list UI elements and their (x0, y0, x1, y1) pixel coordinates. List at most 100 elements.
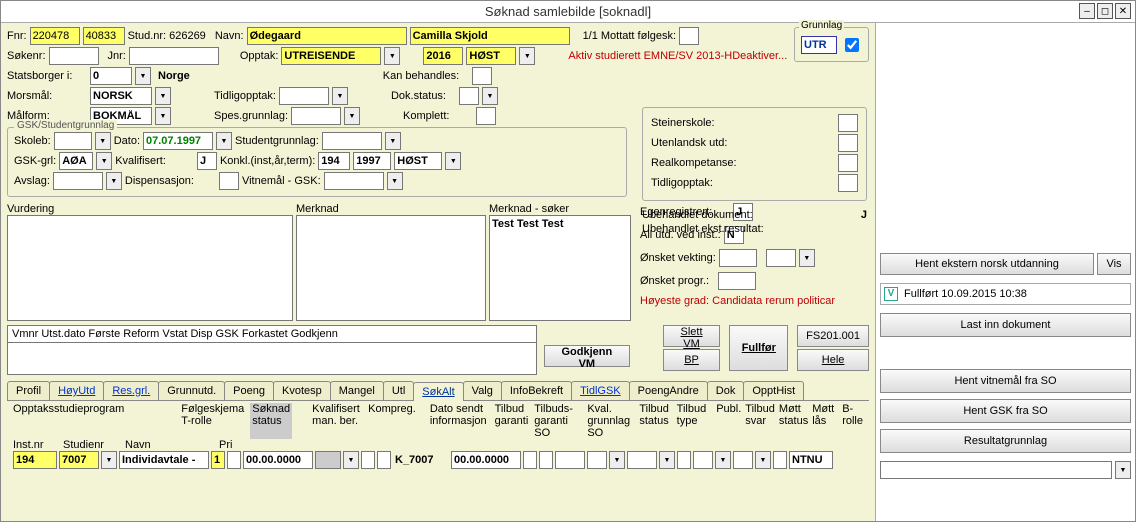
merknad-textarea[interactable] (296, 215, 486, 321)
tab-grunnutd.[interactable]: Grunnutd. (158, 381, 225, 400)
tab-dok[interactable]: Dok (707, 381, 745, 400)
komplett-input[interactable] (476, 107, 496, 125)
fs-button[interactable]: FS201.001 (797, 325, 869, 347)
grid-sokstatus-input[interactable] (315, 451, 341, 469)
tidligopptak-dropdown[interactable] (332, 87, 348, 105)
grid-navn-input[interactable] (119, 451, 209, 469)
tab-poengandre[interactable]: PoengAndre (629, 381, 708, 400)
tab-søkalt[interactable]: SøkAlt (413, 382, 463, 401)
opptak-sem-dropdown[interactable] (519, 47, 535, 65)
grid-mottstatus-input[interactable] (733, 451, 753, 469)
grid-kval1-input[interactable] (361, 451, 375, 469)
grid-tilbudsg-input[interactable] (539, 451, 553, 469)
dato-input[interactable] (143, 132, 213, 150)
grid-publ-input[interactable] (677, 451, 691, 469)
grid-trolle-input[interactable] (243, 451, 313, 469)
grid-tilbudstatus-dropdown[interactable] (609, 451, 625, 469)
realkomp-input[interactable] (838, 154, 858, 172)
opptak-type-input[interactable] (281, 47, 381, 65)
dispensasjon-input[interactable] (219, 172, 239, 190)
grid-kval2-input[interactable] (377, 451, 391, 469)
kanbeh-input[interactable] (472, 67, 492, 85)
etternavn-input[interactable] (247, 27, 407, 45)
maximize-button[interactable]: ◻ (1097, 3, 1113, 19)
jnr-input[interactable] (129, 47, 219, 65)
tab-utl[interactable]: Utl (383, 381, 414, 400)
steiner-input[interactable] (838, 114, 858, 132)
grid-sokstatus-dropdown[interactable] (343, 451, 359, 469)
hele-button[interactable]: Hele (797, 349, 869, 371)
fornavn-input[interactable] (410, 27, 570, 45)
grid-tilbudtype-dropdown[interactable] (659, 451, 675, 469)
morsmaal-dropdown[interactable] (155, 87, 171, 105)
tab-valg[interactable]: Valg (463, 381, 502, 400)
mottatt-input[interactable] (679, 27, 699, 45)
resultat-button[interactable]: Resultatgrunnlag (880, 429, 1131, 453)
bp-button[interactable]: BP (663, 349, 721, 371)
opptak-sem-input[interactable] (466, 47, 516, 65)
fnr2-input[interactable] (83, 27, 125, 45)
spesgrunnlag-input[interactable] (291, 107, 341, 125)
minimize-button[interactable]: – (1079, 3, 1095, 19)
onsketvekt-input2[interactable] (766, 249, 796, 267)
slett-vm-button[interactable]: Slett VM (663, 325, 721, 347)
avslag-dropdown[interactable] (106, 172, 122, 190)
tab-res.grl.[interactable]: Res.grl. (103, 381, 159, 400)
last-inn-button[interactable]: Last inn dokument (880, 313, 1131, 337)
grid-tilbudstatus-input[interactable] (587, 451, 607, 469)
grid-tilbudsvar-input[interactable] (693, 451, 713, 469)
grid-kvalgrunn-input[interactable] (555, 451, 585, 469)
gskgrl-dropdown[interactable] (96, 152, 112, 170)
close-button[interactable]: ✕ (1115, 3, 1131, 19)
grid-pri-input[interactable] (211, 451, 225, 469)
merknad-soker-textarea[interactable] (489, 215, 631, 321)
grid-tilbudtype-input[interactable] (627, 451, 657, 469)
kvalifisert-input[interactable] (197, 152, 217, 170)
godkjenn-vm-button[interactable]: Godkjenn VM (544, 345, 630, 367)
hent-vitnemal-button[interactable]: Hent vitnemål fra SO (880, 369, 1131, 393)
konkl-term-input[interactable] (394, 152, 442, 170)
opptak-type-dropdown[interactable] (384, 47, 400, 65)
hent-ekstern-button[interactable]: Hent ekstern norsk utdanning (880, 253, 1094, 275)
konkl-term-dropdown[interactable] (445, 152, 461, 170)
grunnlag-check[interactable] (845, 38, 859, 52)
grid-datosendt-input[interactable] (451, 451, 521, 469)
tidligopptak-input[interactable] (279, 87, 329, 105)
gskgrl-input[interactable] (59, 152, 93, 170)
studentgrunnlag-input[interactable] (322, 132, 382, 150)
fnr1-input[interactable] (30, 27, 80, 45)
skoleb-dropdown[interactable] (95, 132, 111, 150)
fullfor-button[interactable]: Fullfør (729, 325, 788, 371)
opptak-ar-input[interactable] (423, 47, 463, 65)
tab-infobekreft[interactable]: InfoBekreft (501, 381, 572, 400)
onsketprogr-input[interactable] (718, 272, 756, 290)
sokenr-input[interactable] (49, 47, 99, 65)
grid-studienr-dropdown[interactable] (101, 451, 117, 469)
hent-gsk-button[interactable]: Hent GSK fra SO (880, 399, 1131, 423)
tab-oppthist[interactable]: OpptHist (743, 381, 804, 400)
vis-button[interactable]: Vis (1097, 253, 1131, 275)
tidligopptak2-input[interactable] (838, 174, 858, 192)
vm-grid[interactable] (7, 343, 537, 375)
grid-tilbudg-input[interactable] (523, 451, 537, 469)
tab-profil[interactable]: Profil (7, 381, 50, 400)
statsborger-dropdown[interactable] (135, 67, 151, 85)
spesgrunnlag-dropdown[interactable] (344, 107, 360, 125)
vurdering-textarea[interactable] (7, 215, 293, 321)
konkl-ar-input[interactable] (353, 152, 391, 170)
konkl-inst-input[interactable] (318, 152, 350, 170)
vitnemaal-dropdown[interactable] (387, 172, 403, 190)
onsketvekt-dropdown[interactable] (799, 249, 815, 267)
skoleb-input[interactable] (54, 132, 92, 150)
grid-mottstatus-dropdown[interactable] (755, 451, 771, 469)
tab-poeng[interactable]: Poeng (224, 381, 274, 400)
tab-tidlgsk[interactable]: TidlGSK (571, 381, 630, 400)
dato-dropdown[interactable] (216, 132, 232, 150)
grid-tilbudsvar-dropdown[interactable] (715, 451, 731, 469)
dokstatus-dropdown[interactable] (482, 87, 498, 105)
tab-høyutd[interactable]: HøyUtd (49, 381, 104, 400)
right-extra-dropdown[interactable] (1115, 461, 1131, 479)
grid-folge-input[interactable] (227, 451, 241, 469)
maalform-dropdown[interactable] (155, 107, 171, 125)
grid-mottlas-input[interactable] (773, 451, 787, 469)
